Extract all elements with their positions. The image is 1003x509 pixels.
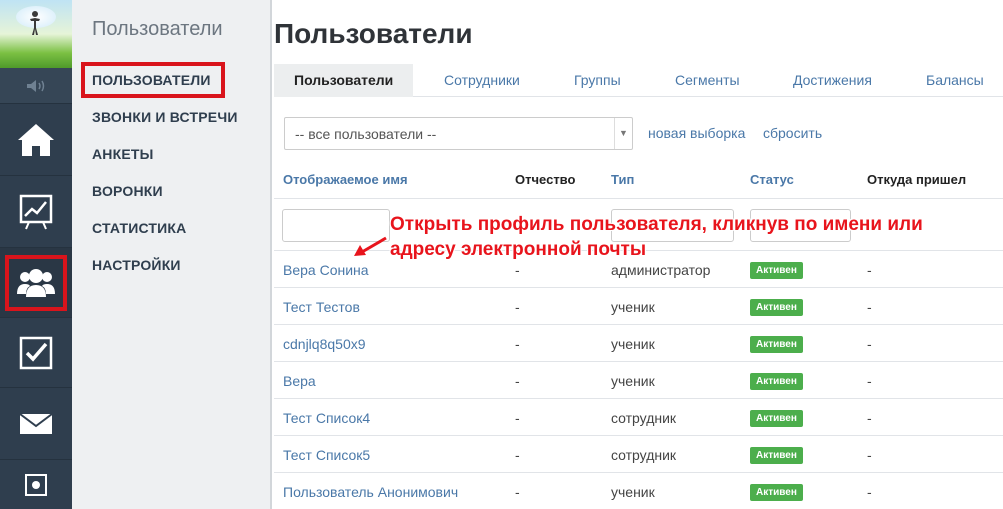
user-name-link[interactable]: Тест Тестов <box>283 299 360 315</box>
status-badge: Активен <box>750 262 803 279</box>
tab-employees[interactable]: Сотрудники <box>444 64 520 97</box>
type-cell: ученик <box>611 336 655 352</box>
speaker-icon[interactable] <box>0 68 72 104</box>
table-row: Тест Список4 - сотрудник Активен - <box>274 398 1003 435</box>
status-badge: Активен <box>750 484 803 501</box>
table-row: Тест Тестов - ученик Активен - <box>274 287 1003 324</box>
new-selection-link[interactable]: новая выборка <box>648 125 745 141</box>
source-cell: - <box>867 484 872 500</box>
user-name-link[interactable]: Тест Список4 <box>283 410 370 426</box>
type-cell: сотрудник <box>611 410 677 426</box>
column-header-name[interactable]: Отображаемое имя <box>283 172 408 187</box>
user-name-link[interactable]: Вера Сонина <box>283 262 369 278</box>
patronymic-cell: - <box>515 447 520 463</box>
annotation-line-1: Открыть профиль пользователя, кликнув по… <box>390 214 923 235</box>
type-cell: ученик <box>611 299 655 315</box>
page-title: Пользователи <box>274 18 473 49</box>
settings-icon[interactable] <box>0 460 72 509</box>
type-cell: сотрудник <box>611 447 677 463</box>
status-badge: Активен <box>750 299 803 316</box>
column-header-type[interactable]: Тип <box>611 172 634 187</box>
users-highlight-frame <box>5 255 67 311</box>
annotation-text: Открыть профиль пользователя, кликнув по… <box>390 212 923 262</box>
submenu-highlight-frame <box>81 62 225 98</box>
submenu-item-forms[interactable]: АНКЕТЫ <box>92 146 154 162</box>
status-badge: Активен <box>750 373 803 390</box>
type-cell: ученик <box>611 373 655 389</box>
type-cell: ученик <box>611 484 655 500</box>
source-cell: - <box>867 410 872 426</box>
table-row: Пользователь Анонимович - ученик Активен… <box>274 472 1003 509</box>
type-cell: администратор <box>611 262 711 278</box>
home-icon[interactable] <box>0 104 72 176</box>
user-name-link[interactable]: cdnjlq8q50x9 <box>283 336 366 352</box>
tab-segments[interactable]: Сегменты <box>675 64 740 97</box>
chevron-down-icon: ▼ <box>614 118 632 149</box>
source-cell: - <box>867 262 872 278</box>
status-badge: Активен <box>750 410 803 427</box>
submenu-item-funnels[interactable]: ВОРОНКИ <box>92 183 163 199</box>
mail-icon[interactable] <box>0 388 72 460</box>
reset-link[interactable]: сбросить <box>763 125 822 141</box>
submenu-item-settings[interactable]: НАСТРОЙКИ <box>92 257 181 273</box>
chart-icon[interactable] <box>0 176 72 248</box>
patronymic-cell: - <box>515 410 520 426</box>
patronymic-cell: - <box>515 484 520 500</box>
patronymic-cell: - <box>515 336 520 352</box>
patronymic-cell: - <box>515 262 520 278</box>
column-header-source: Откуда пришел <box>867 172 967 187</box>
patronymic-cell: - <box>515 373 520 389</box>
table-row: Тест Список5 - сотрудник Активен - <box>274 435 1003 472</box>
annotation-line-2: адресу электронной почты <box>390 239 647 260</box>
submenu-item-calls[interactable]: ЗВОНКИ И ВСТРЕЧИ <box>92 109 238 125</box>
tab-achievements[interactable]: Достижения <box>793 64 872 97</box>
column-header-patronymic: Отчество <box>515 172 576 187</box>
patronymic-cell: - <box>515 299 520 315</box>
tab-bar: Пользователи Сотрудники Группы Сегменты … <box>274 64 1003 97</box>
status-badge: Активен <box>750 447 803 464</box>
source-cell: - <box>867 299 872 315</box>
source-cell: - <box>867 447 872 463</box>
user-name-link[interactable]: Вера <box>283 373 316 389</box>
avatar-figure-icon <box>30 11 40 35</box>
user-name-link[interactable]: Пользователь Анонимович <box>283 484 458 500</box>
table-row: Вера - ученик Активен - <box>274 361 1003 398</box>
annotation-arrow-icon <box>354 236 387 256</box>
source-cell: - <box>867 373 872 389</box>
table-row: cdnjlq8q50x9 - ученик Активен - <box>274 324 1003 361</box>
status-badge: Активен <box>750 336 803 353</box>
avatar[interactable] <box>0 0 72 68</box>
source-cell: - <box>867 336 872 352</box>
user-filter-select[interactable]: -- все пользователи -- ▼ <box>284 117 633 150</box>
column-header-status[interactable]: Статус <box>750 172 794 187</box>
submenu-title: Пользователи <box>92 18 223 40</box>
checkbox-icon[interactable] <box>0 318 72 388</box>
tab-users[interactable]: Пользователи <box>274 64 414 97</box>
user-filter-value: -- все пользователи -- <box>295 126 437 142</box>
tab-groups[interactable]: Группы <box>574 64 621 97</box>
submenu-item-statistics[interactable]: СТАТИСТИКА <box>92 220 187 236</box>
tab-balances[interactable]: Балансы <box>926 64 984 97</box>
user-name-link[interactable]: Тест Список5 <box>283 447 370 463</box>
